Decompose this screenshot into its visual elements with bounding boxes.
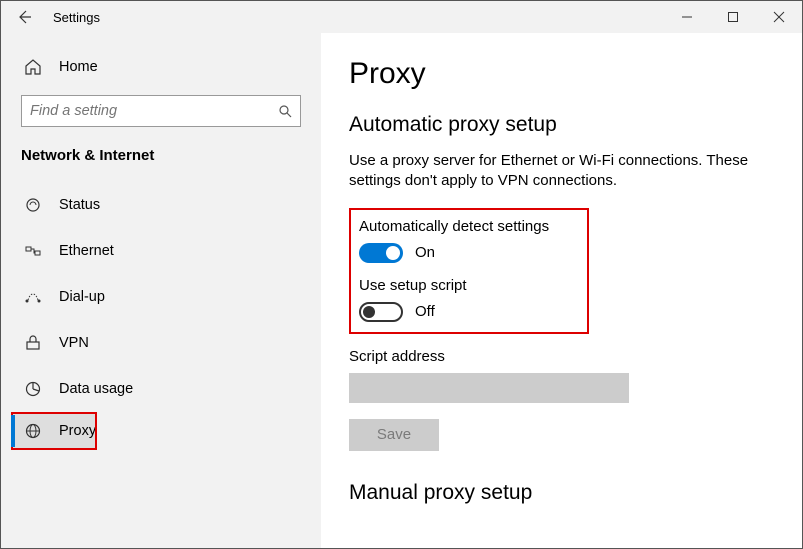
auto-setup-desc: Use a proxy server for Ethernet or Wi-Fi… [349, 151, 769, 192]
sidebar-home[interactable]: Home [1, 47, 321, 87]
dialup-icon [23, 288, 43, 306]
auto-detect-label: Automatically detect settings [359, 218, 579, 235]
sidebar-item-vpn[interactable]: VPN [1, 320, 321, 366]
search-icon [278, 104, 292, 118]
auto-settings-highlight: Automatically detect settings On Use set… [349, 208, 589, 334]
sidebar-item-datausage[interactable]: Data usage [1, 366, 321, 412]
sidebar-section-heading: Network & Internet [1, 141, 321, 182]
maximize-button[interactable] [710, 1, 756, 33]
sidebar-item-label: Ethernet [59, 243, 114, 259]
minimize-icon [681, 11, 693, 23]
titlebar: Settings [1, 1, 802, 33]
settings-window: Settings [0, 0, 803, 549]
sidebar-item-status[interactable]: Status [1, 182, 321, 228]
auto-setup-heading: Automatic proxy setup [349, 113, 774, 137]
sidebar-nav: Status Ethernet [1, 182, 321, 450]
page-title: Proxy [349, 57, 774, 91]
sidebar-item-label: Dial-up [59, 289, 105, 305]
minimize-button[interactable] [664, 1, 710, 33]
save-button-label: Save [377, 426, 411, 443]
search-box[interactable] [21, 95, 301, 127]
back-button[interactable] [1, 9, 47, 25]
search-wrap [1, 87, 321, 141]
window-title: Settings [47, 10, 100, 25]
script-address-label: Script address [349, 348, 774, 365]
body: Home Network & Internet [1, 33, 802, 548]
sidebar-item-label: Data usage [59, 381, 133, 397]
save-button: Save [349, 419, 439, 451]
sidebar-item-dialup[interactable]: Dial-up [1, 274, 321, 320]
search-input[interactable] [30, 103, 278, 119]
manual-setup-heading: Manual proxy setup [349, 481, 774, 505]
script-address-input [349, 373, 629, 403]
setup-script-toggle-row: Off [359, 302, 579, 322]
close-button[interactable] [756, 1, 802, 33]
sidebar-item-proxy[interactable]: Proxy [11, 412, 97, 450]
arrow-left-icon [16, 9, 32, 25]
auto-detect-state: On [415, 244, 435, 261]
status-icon [23, 196, 43, 214]
sidebar-item-label: Status [59, 197, 100, 213]
proxy-icon [23, 422, 43, 440]
content: Proxy Automatic proxy setup Use a proxy … [321, 33, 802, 548]
home-label: Home [59, 59, 98, 75]
ethernet-icon [23, 242, 43, 260]
setup-script-toggle[interactable] [359, 302, 403, 322]
vpn-icon [23, 334, 43, 352]
sidebar: Home Network & Internet [1, 33, 321, 548]
maximize-icon [727, 11, 739, 23]
sidebar-item-label: VPN [59, 335, 89, 351]
setup-script-label: Use setup script [359, 277, 579, 294]
sidebar-item-ethernet[interactable]: Ethernet [1, 228, 321, 274]
auto-detect-toggle-row: On [359, 243, 579, 263]
auto-detect-toggle[interactable] [359, 243, 403, 263]
home-icon [23, 58, 43, 76]
setup-script-state: Off [415, 303, 435, 320]
close-icon [773, 11, 785, 23]
sidebar-item-label: Proxy [59, 423, 96, 439]
datausage-icon [23, 380, 43, 398]
